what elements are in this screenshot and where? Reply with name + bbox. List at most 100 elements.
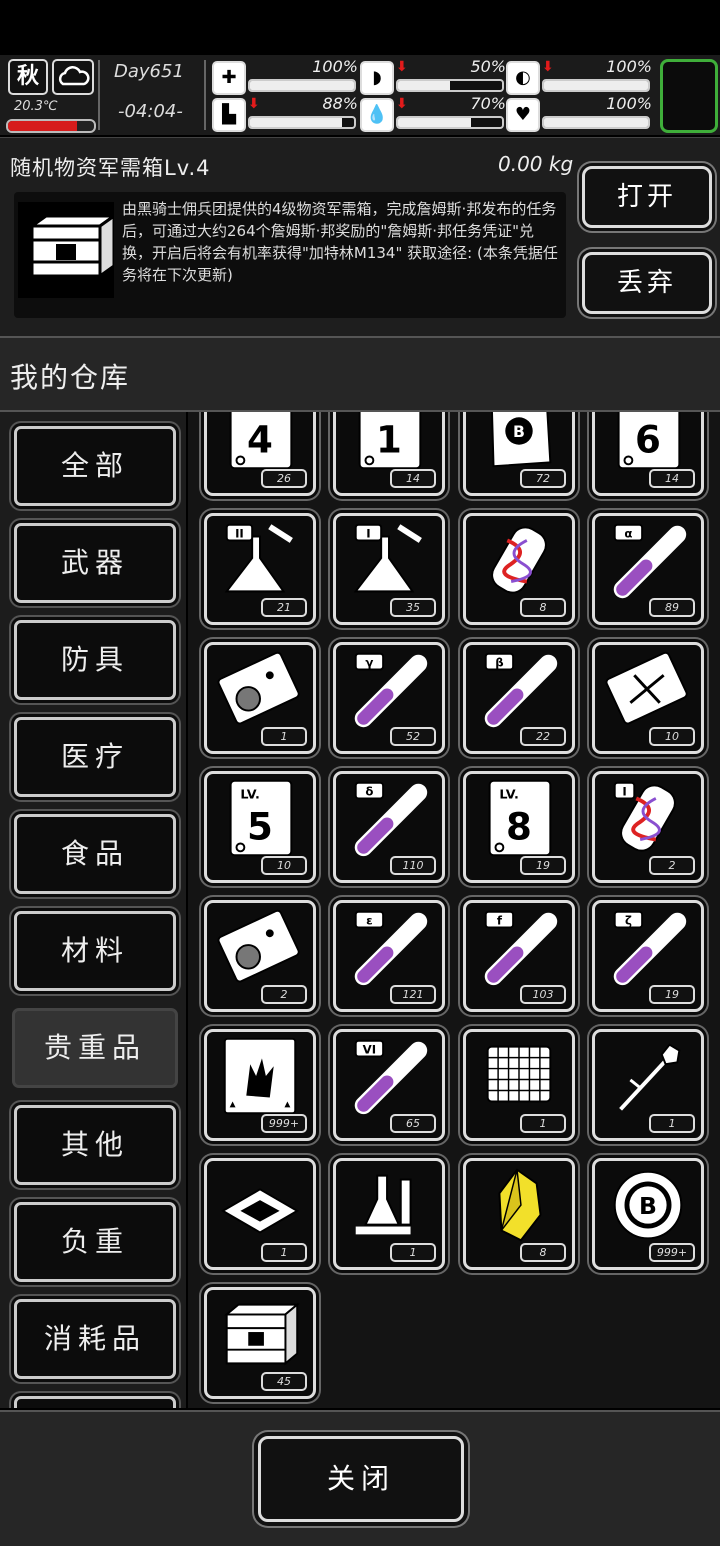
hunger-bar [396, 79, 504, 92]
test-tube-icon: ζ [613, 910, 687, 986]
quick-slot[interactable] [660, 59, 718, 133]
item-slot-dna-capsule-i[interactable]: I2 [592, 771, 704, 883]
item-count: 1 [649, 1114, 695, 1133]
svg-text:ε: ε [366, 913, 373, 927]
grid-panel-icon [486, 1045, 552, 1103]
bitcoin-coin-icon: B [613, 1170, 683, 1240]
temperature-label: 20.3℃ [14, 99, 58, 114]
item-slot-crossed-ticket[interactable]: 10 [592, 642, 704, 754]
svg-text:LV.: LV. [369, 412, 388, 414]
lv-ticket-icon: LV. 8 [488, 779, 552, 857]
lv-ticket-icon: LV. 4 [229, 412, 293, 470]
item-slot-level-1-ticket[interactable]: LV. 1 14 [333, 412, 445, 496]
category-tab-more[interactable] [14, 1396, 176, 1408]
item-slot-cpu-chip[interactable]: 1 [204, 1158, 316, 1270]
item-count: 52 [390, 727, 436, 746]
flask-icon: II [224, 523, 293, 593]
warehouse-header: 我的仓库 [0, 338, 720, 412]
item-slot-test-tube-delta[interactable]: δ 110 [333, 771, 445, 883]
item-slot-portrait-ticket[interactable]: 1 [204, 642, 316, 754]
item-slot-level-8-ticket[interactable]: LV. 8 19 [463, 771, 575, 883]
category-tab-4[interactable]: 食品 [14, 814, 176, 894]
mood-value: 100% [606, 94, 652, 113]
category-tab-5[interactable]: 材料 [14, 911, 176, 991]
item-slot-test-tube-alpha[interactable]: α 89 [592, 513, 704, 625]
item-count: 999+ [649, 1243, 695, 1262]
cloud-icon [52, 59, 94, 95]
svg-text:II: II [235, 526, 244, 540]
category-tab-3[interactable]: 医疗 [14, 717, 176, 797]
item-slot-test-tube-zeta[interactable]: ζ 19 [592, 900, 704, 1012]
item-count: 10 [261, 856, 307, 875]
cpu-chip-icon [220, 1188, 300, 1234]
discard-button[interactable]: 丢弃 [582, 252, 712, 314]
item-count: 121 [390, 985, 436, 1004]
item-count: 72 [520, 469, 566, 488]
item-slot-lab-equipment[interactable]: 1 [333, 1158, 445, 1270]
item-count: 1 [261, 1243, 307, 1262]
item-slot-flask-i[interactable]: I 35 [333, 513, 445, 625]
item-slot-flask-ii[interactable]: II 21 [204, 513, 316, 625]
item-weight: 0.00 kg [498, 152, 574, 176]
portrait-ticket-icon [217, 651, 300, 725]
thirst-bar-fill [398, 118, 471, 127]
crate-icon [18, 202, 119, 298]
item-slot-test-tube-vi[interactable]: VI 65 [333, 1029, 445, 1141]
item-slot-test-tube-beta[interactable]: β 22 [463, 642, 575, 754]
item-slot-test-tube-gamma[interactable]: γ 52 [333, 642, 445, 754]
portrait-ticket-icon [217, 909, 300, 983]
svg-text:LV.: LV. [240, 786, 259, 801]
svg-text:4: 4 [247, 418, 273, 462]
trend-down-icon: ⬇ [396, 59, 408, 75]
item-slot-level-6-ticket[interactable]: LV. 6 14 [592, 412, 704, 496]
item-count: 22 [520, 727, 566, 746]
item-slot-monster-card[interactable]: 999+ [204, 1029, 316, 1141]
item-slot-level-5-ticket[interactable]: LV. 5 10 [204, 771, 316, 883]
stamina-bar [248, 116, 356, 129]
category-tab-2[interactable]: 防具 [14, 620, 176, 700]
category-tab-6[interactable]: 贵重品 [12, 1008, 178, 1088]
item-slot-yellow-crystal[interactable]: 8 [463, 1158, 575, 1270]
svg-text:f: f [497, 913, 503, 927]
category-tab-7[interactable]: 其他 [14, 1105, 176, 1185]
boot-icon: ▙ [212, 98, 246, 132]
item-count: 65 [390, 1114, 436, 1133]
item-count: 19 [649, 985, 695, 1004]
item-slot-bitcoin-map[interactable]: B 72 [463, 412, 575, 496]
trend-down-icon: ⬇ [248, 96, 260, 112]
item-count: 1 [520, 1114, 566, 1133]
item-slot-dna-capsule-red[interactable]: 8 [463, 513, 575, 625]
thirst-value: 70% [470, 94, 506, 113]
item-count: 1 [261, 727, 307, 746]
svg-text:8: 8 [506, 805, 532, 849]
item-description: 由黑骑士佣兵团提供的4级物资军需箱，完成詹姆斯·邦发布的任务后，可通过大约264… [122, 200, 558, 284]
category-tab-8[interactable]: 负重 [14, 1202, 176, 1282]
mood-bar [542, 116, 650, 129]
warehouse-title: 我的仓库 [10, 361, 131, 394]
item-slot-portrait-ticket-2[interactable]: 2 [204, 900, 316, 1012]
category-sidebar[interactable]: 全部武器防具医疗食品材料贵重品其他负重消耗品 [0, 412, 186, 1408]
item-slot-test-tube-epsilon[interactable]: ε 121 [333, 900, 445, 1012]
category-tab-1[interactable]: 武器 [14, 523, 176, 603]
category-tab-0[interactable]: 全部 [14, 426, 176, 506]
dna-capsule-icon: I [613, 781, 676, 852]
item-count: 35 [390, 598, 436, 617]
item-count: 1 [390, 1243, 436, 1262]
svg-text:LV.: LV. [499, 786, 518, 801]
item-slot-crystal-syringe[interactable]: 1 [592, 1029, 704, 1141]
item-slot-test-tube-f[interactable]: f 103 [463, 900, 575, 1012]
item-grid[interactable]: LV. 4 26 LV. 1 14 B72 LV. 6 14 II 21 I 3… [188, 412, 720, 1408]
close-button[interactable]: 关闭 [258, 1436, 464, 1522]
item-count: 103 [520, 985, 566, 1004]
item-slot-supply-crate-lv4[interactable]: 45 [204, 1287, 316, 1399]
svg-text:ζ: ζ [625, 913, 632, 927]
medkit-icon: ✚ [212, 61, 246, 95]
item-slot-grid-panel[interactable]: 1 [463, 1029, 575, 1141]
item-slot-bitcoin-coin[interactable]: B 999+ [592, 1158, 704, 1270]
svg-text:LV.: LV. [240, 412, 259, 414]
water-drop-icon: 💧 [360, 98, 394, 132]
category-tab-9[interactable]: 消耗品 [14, 1299, 176, 1379]
item-count: 14 [649, 469, 695, 488]
open-button[interactable]: 打开 [582, 166, 712, 228]
item-slot-level-4-ticket[interactable]: LV. 4 26 [204, 412, 316, 496]
